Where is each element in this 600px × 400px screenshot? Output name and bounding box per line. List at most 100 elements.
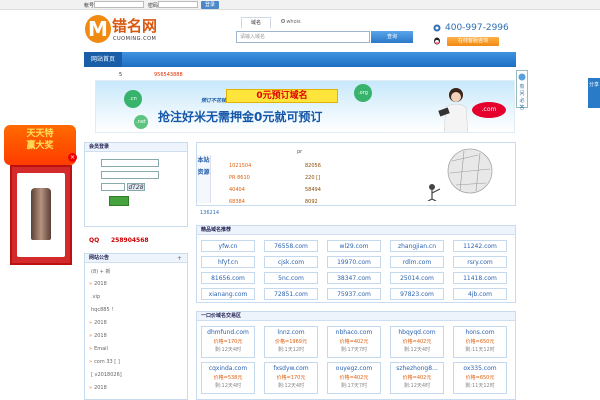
- list-item-text: .vip: [91, 294, 101, 300]
- list-item[interactable]: » 2018: [89, 385, 107, 391]
- search-input[interactable]: 请输入域名: [236, 31, 370, 43]
- fixed-price-item[interactable]: nbhaco.com 价格=402元 剩:17天7时: [327, 326, 381, 358]
- recommended-title: 精品域名推荐: [197, 226, 515, 235]
- domain-link[interactable]: 97823.com: [390, 288, 444, 300]
- fixed-price-domains: 一口价域名交易区 dhmfund.com 价格=170元 剩:12天4时 lnnz.c…: [196, 311, 516, 400]
- fixed-price-item[interactable]: cqxinda.com 价格=538元 剩:12天4时: [201, 362, 255, 394]
- list-item[interactable]: » 2018: [89, 320, 107, 326]
- list-item-text: hqc885 !: [91, 307, 114, 313]
- fixed-price-item[interactable]: hbqyqd.com 价格=402元 剩:12天4时: [390, 326, 444, 358]
- fixed-price-time: 剩:11天12时: [465, 383, 495, 389]
- list-bullet: »: [89, 385, 93, 391]
- fixed-price-name: dhmfund.com: [207, 329, 249, 336]
- domain-link[interactable]: wl29.com: [327, 240, 381, 252]
- domain-search: 域名 whois 请输入域名 查询: [236, 17, 414, 47]
- stat-value: 82056: [305, 163, 321, 169]
- list-item[interactable]: » 2018: [89, 333, 107, 339]
- fixed-price-time: 剩:1天12时: [277, 347, 305, 353]
- top-login-button[interactable]: 登录: [201, 1, 219, 9]
- domain-link[interactable]: 75937.com: [327, 288, 381, 300]
- domain-link[interactable]: zhangjian.cn: [390, 240, 444, 252]
- logo-subtext: CUOMING.COM: [113, 36, 157, 42]
- announcement-box: 网站公告 + (8) + 新» 2018 .vip hqc885 !» 2018» 201…: [84, 253, 188, 400]
- list-item[interactable]: (8) + 新: [89, 268, 110, 275]
- domain-link[interactable]: xianang.com: [201, 288, 255, 300]
- fixed-price-name: lnnz.com: [277, 329, 305, 336]
- site-logo[interactable]: M 错名网 CUOMING.COM: [84, 12, 179, 46]
- member-login-button[interactable]: [109, 196, 129, 206]
- domain-link[interactable]: rdlm.com: [390, 256, 444, 268]
- fixed-price-name: szhezhong8...: [396, 365, 438, 372]
- fixed-price-item[interactable]: fxsdyw.com 价格=170元 剩:12天4时: [264, 362, 318, 394]
- captcha-image[interactable]: dT28: [127, 183, 145, 191]
- search-button[interactable]: 查询: [371, 31, 413, 43]
- fixed-price-time: 剩:11天12时: [465, 347, 495, 353]
- domain-link[interactable]: 25014.com: [390, 272, 444, 284]
- online-service-button[interactable]: 在线客服咨询: [447, 37, 499, 46]
- password-input[interactable]: [158, 1, 198, 8]
- captcha-input[interactable]: [101, 183, 125, 191]
- list-item-text: 2018: [94, 320, 107, 326]
- domain-link[interactable]: rsry.com: [453, 256, 507, 268]
- domain-link[interactable]: cjsk.com: [264, 256, 318, 268]
- stats-label: 本站资源: [197, 155, 211, 203]
- fixed-price-name: cqxinda.com: [208, 365, 248, 372]
- domain-link[interactable]: 4jb.com: [453, 288, 507, 300]
- share-tab[interactable]: 分享: [588, 78, 600, 108]
- login-box-title: 会员登录: [85, 143, 187, 152]
- qq-label: QQ: [89, 237, 100, 244]
- banner-com-tag: .com: [472, 102, 506, 118]
- fixed-price-time: 剩:12天4时: [277, 383, 305, 389]
- domain-link[interactable]: 81656.com: [201, 272, 255, 284]
- domain-link[interactable]: 11242.com: [453, 240, 507, 252]
- fixed-price-item[interactable]: ouyegz.com 价格=402元 剩:17天7时: [327, 362, 381, 394]
- fixed-price-item[interactable]: dhmfund.com 价格=170元 剩:12天4时: [201, 326, 255, 358]
- list-bullet: »: [89, 281, 93, 287]
- promo-title-line1: 天天特: [26, 129, 54, 139]
- banner-subline: 抢注好米无需押金0元就可预订: [158, 110, 323, 124]
- password-label: 密码: [148, 3, 159, 9]
- list-bullet: »: [89, 333, 93, 339]
- domain-link[interactable]: 11418.com: [453, 272, 507, 284]
- tab-whois[interactable]: whois: [276, 17, 306, 28]
- thermos-bottle-icon: [31, 188, 51, 240]
- close-icon[interactable]: ×: [68, 153, 77, 162]
- promo-title: 天天特 赢大奖: [4, 125, 76, 165]
- fixed-price-item[interactable]: ox335.com 价格=650元 剩:11天12时: [453, 362, 507, 394]
- recommended-domains: 精品域名推荐 yfw.cn 76558.com wl29.com zhangjian.…: [196, 225, 516, 303]
- domain-link[interactable]: yfw.cn: [201, 240, 255, 252]
- svg-text:M: M: [88, 17, 108, 41]
- ask-widget[interactable]: 有问必答: [516, 70, 528, 111]
- fixed-price-item[interactable]: szhezhong8... 价格=402元 剩:12天4时: [390, 362, 444, 394]
- domain-link[interactable]: 5nc.com: [264, 272, 318, 284]
- member-password-input[interactable]: [101, 171, 159, 179]
- side-promo-ad[interactable]: 天天特 赢大奖 ×: [4, 125, 77, 265]
- list-item-text: 2018: [94, 333, 107, 339]
- domain-link[interactable]: 19970.com: [327, 256, 381, 268]
- fixed-price-item[interactable]: lnnz.com 价格=1969元 剩:1天12时: [264, 326, 318, 358]
- list-item[interactable]: hqc885 !: [89, 307, 113, 313]
- domain-link[interactable]: 72851.com: [264, 288, 318, 300]
- promo-banner[interactable]: .cn .org .net 预订不花钱 0元预订域名 抢注好米无需押金0元就可预…: [95, 80, 515, 133]
- list-item[interactable]: [ v2018026]: [89, 372, 122, 378]
- member-username-input[interactable]: [101, 159, 159, 167]
- hotline-number: 400-997-2996: [445, 23, 509, 33]
- fixed-price-price: 价格=170元: [276, 375, 306, 381]
- stat-value: 8092: [305, 199, 318, 205]
- fixed-price-time: 剩:12天4时: [214, 383, 242, 389]
- list-item[interactable]: .vip: [89, 294, 100, 300]
- tab-domain[interactable]: 域名: [241, 17, 271, 28]
- domain-link[interactable]: 76558.com: [264, 240, 318, 252]
- list-item[interactable]: » com 33 [ ]: [89, 359, 120, 365]
- domain-link[interactable]: hfyf.cn: [201, 256, 255, 268]
- username-input[interactable]: [94, 1, 144, 8]
- nav-home[interactable]: 网站首页: [84, 52, 122, 67]
- fixed-price-item[interactable]: hons.com 价格=650元 剩:11天12时: [453, 326, 507, 358]
- promo-title-line2: 赢大奖: [26, 141, 54, 151]
- domain-link[interactable]: 38347.com: [327, 272, 381, 284]
- list-item[interactable]: » 2018: [89, 281, 107, 287]
- list-item[interactable]: » Email: [89, 346, 108, 352]
- announcement-more[interactable]: +: [177, 255, 182, 262]
- paper-ball-illustration-icon: [427, 148, 493, 201]
- stat-value: 220 []: [305, 175, 321, 181]
